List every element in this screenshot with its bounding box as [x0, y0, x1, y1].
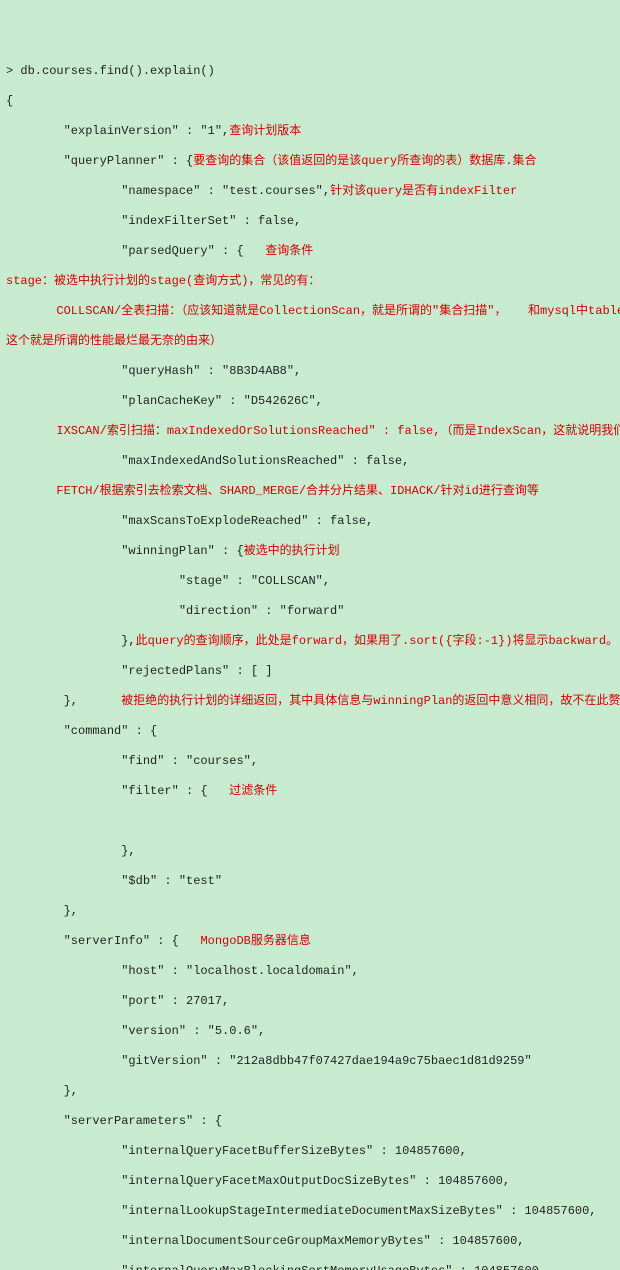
sp4-line: "internalDocumentSourceGroupMaxMemoryByt…: [6, 1234, 614, 1249]
ixscan-red: IXSCAN/索引扫描：maxIndexedOrSolutionsReached…: [6, 424, 440, 438]
command-line: > db.courses.find().explain(): [6, 64, 614, 79]
note-explainVersion: 查询计划版本: [229, 124, 301, 138]
kv: "internalQueryMaxBlockingSortMemoryUsage…: [121, 1264, 546, 1270]
kv: "maxIndexedAndSolutionsReached" : false,: [121, 454, 409, 468]
serverInfo-line: "serverInfo" : { MongoDB服务器信息: [6, 934, 614, 949]
planCacheKey-line: "planCacheKey" : "D542626C",: [6, 394, 614, 409]
kv: "queryHash" : "8B3D4AB8",: [121, 364, 301, 378]
note-queryPlanner: 要查询的集合（该值返回的是该query所查询的表）数据库.集合: [193, 154, 536, 168]
kv: "$db" : "test": [121, 874, 222, 888]
command-line2: "command" : {: [6, 724, 614, 739]
brace: {: [6, 94, 614, 109]
direction-line: "direction" : "forward": [6, 604, 614, 619]
kv: "internalQueryFacetBufferSizeBytes" : 10…: [121, 1144, 467, 1158]
fetch-note: FETCH/根据索引去检索文档、SHARD_MERGE/合并分片结果、IDHAC…: [6, 484, 614, 499]
stage-note2: 这个就是所谓的性能最烂最无奈的由来）: [6, 334, 614, 349]
sp1-line: "internalQueryFacetBufferSizeBytes" : 10…: [6, 1144, 614, 1159]
winningPlan-line: "winningPlan" : {被选中的执行计划: [6, 544, 614, 559]
filter-line: "filter" : { 过滤条件: [6, 784, 614, 799]
brace-close3: },: [6, 844, 614, 859]
port-line: "port" : 27017,: [6, 994, 614, 1009]
brace-close: },此query的查询顺序，此处是forward，如果用了.sort({字段:-…: [6, 634, 614, 649]
kv: "queryPlanner" : {: [64, 154, 194, 168]
kv: "rejectedPlans" : [ ]: [121, 664, 272, 678]
maxScans-line: "maxScansToExplodeReached" : false,: [6, 514, 614, 529]
serverParameters-line: "serverParameters" : {: [6, 1114, 614, 1129]
sp2-line: "internalQueryFacetMaxOutputDocSizeBytes…: [6, 1174, 614, 1189]
kv: "gitVersion" : "212a8dbb47f07427dae194a9…: [121, 1054, 531, 1068]
stage-collscan-note: COLLSCAN/全表扫描：（应该知道就是CollectionScan，就是所谓…: [6, 304, 614, 319]
kv: "direction" : "forward": [179, 604, 345, 618]
sp5-line: "internalQueryMaxBlockingSortMemoryUsage…: [6, 1264, 614, 1270]
note-serverInfo: MongoDB服务器信息: [200, 934, 310, 948]
note-direction: 此query的查询顺序，此处是forward，如果用了.sort({字段:-1}…: [136, 634, 618, 648]
kv: "internalLookupStageIntermediateDocument…: [121, 1204, 596, 1218]
note-filter: 过滤条件: [229, 784, 277, 798]
ixscan-tail: （而是IndexScan，这就说明我们用已经命中索引了: [440, 424, 620, 438]
queryHash-line: "queryHash" : "8B3D4AB8",: [6, 364, 614, 379]
parsedQuery-line: "parsedQuery" : { 查询条件: [6, 244, 614, 259]
kv: "port" : 27017,: [121, 994, 229, 1008]
kv: "serverInfo" : {: [64, 934, 179, 948]
kv: "planCacheKey" : "D542626C",: [121, 394, 323, 408]
kv: "filter" : {: [121, 784, 207, 798]
kv: "namespace" : "test.courses",: [121, 184, 330, 198]
host-line: "host" : "localhost.localdomain",: [6, 964, 614, 979]
kv: "indexFilterSet" : false,: [121, 214, 301, 228]
note-namespace: 针对该query是否有indexFilter: [330, 184, 517, 198]
indexFilterSet-line: "indexFilterSet" : false,: [6, 214, 614, 229]
rejectedPlans-line: "rejectedPlans" : [ ]: [6, 664, 614, 679]
sp3-line: "internalLookupStageIntermediateDocument…: [6, 1204, 614, 1219]
kv: "parsedQuery" : {: [121, 244, 243, 258]
queryPlanner-line: "queryPlanner" : {要查询的集合（该值返回的是该query所查询…: [6, 154, 614, 169]
gitVersion-line: "gitVersion" : "212a8dbb47f07427dae194a9…: [6, 1054, 614, 1069]
namespace-line: "namespace" : "test.courses",针对该query是否有…: [6, 184, 614, 199]
empty-brace: [6, 814, 614, 829]
kv: "stage" : "COLLSCAN",: [179, 574, 330, 588]
fetch-line: "maxIndexedAndSolutionsReached" : false,: [6, 454, 614, 469]
kv: "serverParameters" : {: [64, 1114, 222, 1128]
kv: "explainVersion" : "1",: [64, 124, 230, 138]
brace-close5: },: [6, 1084, 614, 1099]
explainVersion-line: "explainVersion" : "1",查询计划版本: [6, 124, 614, 139]
kv: "host" : "localhost.localdomain",: [121, 964, 359, 978]
note-parsedQuery: 查询条件: [265, 244, 313, 258]
kv: "internalDocumentSourceGroupMaxMemoryByt…: [121, 1234, 524, 1248]
kv: "find" : "courses",: [121, 754, 258, 768]
kv: "winningPlan" : {: [121, 544, 243, 558]
note-winningPlan: 被选中的执行计划: [244, 544, 340, 558]
find-line: "find" : "courses",: [6, 754, 614, 769]
db-line: "$db" : "test": [6, 874, 614, 889]
stage-line: "stage" : "COLLSCAN",: [6, 574, 614, 589]
brace-close2: }, 被拒绝的执行计划的详细返回，其中具体信息与winningPlan的返回中意…: [6, 694, 614, 709]
note-rejected: 被拒绝的执行计划的详细返回，其中具体信息与winningPlan的返回中意义相同…: [121, 694, 620, 708]
stage-intro: stage：被选中执行计划的stage(查询方式)，常见的有：: [6, 274, 614, 289]
kv: "version" : "5.0.6",: [121, 1024, 265, 1038]
ixscan-line: IXSCAN/索引扫描：maxIndexedOrSolutionsReached…: [6, 424, 614, 439]
version-line: "version" : "5.0.6",: [6, 1024, 614, 1039]
kv: "internalQueryFacetMaxOutputDocSizeBytes…: [121, 1174, 510, 1188]
kv: "command" : {: [64, 724, 158, 738]
brace-close4: },: [6, 904, 614, 919]
kv: "maxScansToExplodeReached" : false,: [121, 514, 373, 528]
